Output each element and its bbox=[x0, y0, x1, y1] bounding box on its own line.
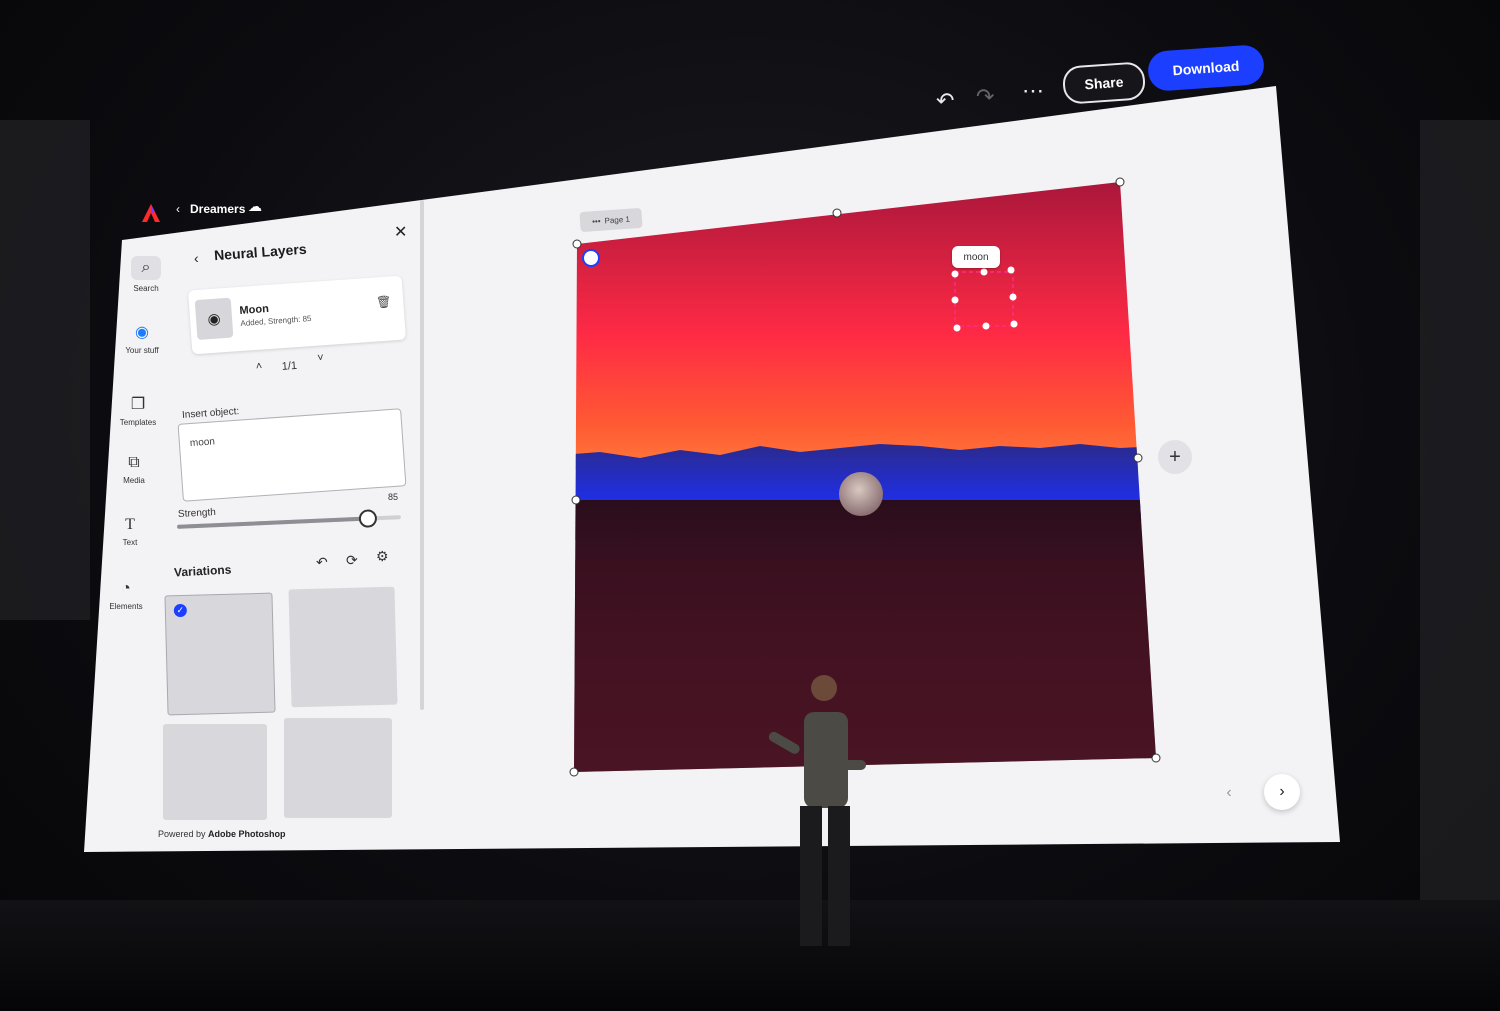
pager-text: 1/1 bbox=[281, 359, 298, 373]
search-icon: ⌕ bbox=[131, 256, 161, 280]
rail-templates[interactable]: ❐ Templates bbox=[108, 394, 168, 427]
redo-icon[interactable]: ↷ bbox=[976, 86, 994, 108]
powered-by: Powered by Adobe Photoshop bbox=[158, 829, 286, 839]
top-toolbar: ↶ ↷ ⋯ Share Download bbox=[930, 44, 1270, 112]
cloud-icon: ☁ bbox=[248, 198, 262, 214]
close-icon[interactable]: ✕ bbox=[394, 222, 407, 242]
variations-label: Variations bbox=[173, 562, 232, 580]
chevron-up-icon[interactable]: ˄ bbox=[255, 360, 262, 372]
strength-label: Strength bbox=[177, 507, 217, 520]
rail-text[interactable]: T Text bbox=[100, 516, 160, 547]
panel-divider[interactable] bbox=[420, 200, 424, 710]
rail-elements[interactable]: ◔ Elements bbox=[96, 580, 156, 611]
download-button[interactable]: Download bbox=[1146, 44, 1266, 92]
undo-variation-icon[interactable]: ↶ bbox=[316, 554, 328, 571]
checkmark-icon: ✓ bbox=[173, 603, 188, 618]
variations-actions: ↶ ⟳ ⚙ bbox=[316, 548, 396, 572]
moon-object-tag: moon bbox=[952, 246, 1000, 268]
variation-tile[interactable]: ✓ bbox=[164, 592, 276, 716]
elements-icon: ◔ bbox=[121, 580, 131, 597]
app-bar: ‹ Dreamers ☁ bbox=[140, 192, 340, 222]
variation-tile[interactable] bbox=[163, 724, 267, 820]
media-icon: ⧉ bbox=[128, 454, 140, 471]
insert-object-input[interactable]: moon bbox=[177, 408, 407, 502]
canvas-badge-icon bbox=[582, 249, 600, 267]
variation-tile[interactable] bbox=[284, 718, 392, 818]
back-chevron-icon[interactable]: ‹ bbox=[176, 202, 180, 216]
rail-media[interactable]: ⧉ Media bbox=[104, 454, 164, 485]
undo-icon[interactable]: ↶ bbox=[936, 90, 954, 112]
share-button[interactable]: Share bbox=[1061, 61, 1147, 105]
sky bbox=[574, 182, 1156, 470]
eye-icon[interactable]: ◉ bbox=[194, 297, 234, 341]
layer-name: Moon bbox=[239, 302, 270, 317]
add-page-button[interactable]: + bbox=[1158, 440, 1192, 474]
trash-icon[interactable]: 🗑 bbox=[376, 294, 392, 309]
globe-icon: ◉ bbox=[135, 324, 149, 341]
next-page-button[interactable]: › bbox=[1264, 774, 1300, 810]
chevron-down-icon[interactable]: ˅ bbox=[317, 352, 324, 364]
adobe-express-logo[interactable] bbox=[140, 202, 162, 224]
templates-icon: ❐ bbox=[130, 396, 146, 413]
rail-search[interactable]: ⌕ Search bbox=[116, 256, 176, 293]
variation-tile[interactable] bbox=[288, 586, 398, 708]
settings-icon[interactable]: ⚙ bbox=[376, 548, 389, 565]
insert-object-value: moon bbox=[189, 436, 216, 450]
prev-page-button[interactable]: ‹ bbox=[1214, 778, 1244, 808]
strength-value: 85 bbox=[388, 492, 399, 502]
rail-your-stuff[interactable]: ◉ Your stuff bbox=[112, 322, 172, 355]
more-icon: ••• bbox=[591, 216, 601, 226]
panel-back-icon[interactable]: ‹ bbox=[194, 250, 199, 266]
canvas-image bbox=[569, 177, 1161, 946]
text-icon: T bbox=[125, 516, 135, 533]
moon bbox=[839, 472, 883, 516]
project-name[interactable]: Dreamers bbox=[190, 202, 245, 216]
more-icon[interactable]: ⋯ bbox=[1022, 80, 1044, 102]
regenerate-icon[interactable]: ⟳ bbox=[346, 552, 358, 569]
